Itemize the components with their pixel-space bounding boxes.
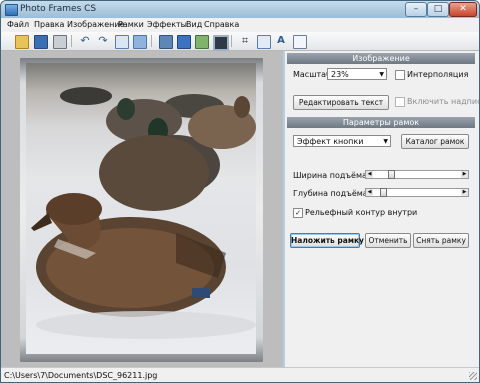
image-section-header: Изображение: [287, 53, 475, 64]
width-label: Ширина подъёма: [293, 171, 367, 180]
chevron-down-icon: ▼: [379, 71, 384, 78]
menu-frames[interactable]: Рамки: [118, 20, 144, 29]
scale-combo[interactable]: 23% ▼: [327, 68, 387, 80]
menu-image[interactable]: Изображение: [67, 20, 125, 29]
interpolation-checkbox[interactable]: [395, 70, 405, 80]
paste-icon[interactable]: [133, 35, 147, 49]
toolbar: ↶ ↷ ⌗ A: [1, 32, 479, 51]
document-icon[interactable]: [293, 35, 307, 49]
chevron-right-icon[interactable]: ▶: [461, 171, 468, 178]
chevron-down-icon: ▼: [383, 138, 388, 145]
duck-illustration: [31, 87, 256, 339]
cancel-button[interactable]: Отменить: [365, 233, 411, 248]
window-title: Photo Frames CS: [20, 4, 97, 14]
image-canvas[interactable]: [1, 51, 283, 367]
maximize-button[interactable]: □: [427, 2, 449, 17]
interpolation-label: Интерполяция: [407, 70, 469, 79]
apply-frame-button[interactable]: Наложить рамку: [290, 233, 364, 248]
text-icon[interactable]: A: [275, 35, 287, 47]
edit-icon[interactable]: [257, 35, 271, 49]
duck-photo: [26, 63, 256, 354]
save-icon[interactable]: [34, 35, 48, 49]
app-icon: [5, 4, 18, 16]
width-slider[interactable]: ◀ ▶: [365, 170, 469, 179]
remove-frame-button[interactable]: Снять рамку: [413, 233, 469, 248]
page-icon[interactable]: [159, 35, 173, 49]
effect-value: Эффект кнопки: [297, 137, 364, 146]
frame-icon[interactable]: [213, 35, 229, 51]
depth-slider[interactable]: ◀ ▶: [365, 188, 469, 197]
enable-caption-checkbox[interactable]: [395, 97, 405, 107]
resize-grip-icon[interactable]: [469, 372, 477, 380]
edit-text-button[interactable]: Редактировать текст: [293, 95, 389, 110]
file-path: C:\Users\7\Documents\DSC_96211.jpg: [4, 371, 158, 380]
frame-catalog-button[interactable]: Каталог рамок: [401, 134, 469, 149]
toolbar-separator: [151, 35, 152, 47]
toolbar-separator: [71, 35, 72, 47]
redo-icon[interactable]: ↷: [97, 35, 109, 47]
open-folder-icon[interactable]: [15, 35, 29, 49]
settings-panel: Изображение Масштаб: 23% ▼ Интерполяция …: [285, 51, 479, 367]
app-window: Photo Frames CS – □ ✕ Файл Правка Изобра…: [0, 0, 480, 383]
close-button[interactable]: ✕: [449, 2, 477, 17]
menu-view[interactable]: Вид: [186, 20, 202, 29]
crop-icon[interactable]: ⌗: [239, 35, 251, 47]
undo-icon[interactable]: ↶: [79, 35, 91, 47]
effect-combo[interactable]: Эффект кнопки ▼: [293, 135, 391, 147]
inner-relief-checkbox[interactable]: ✓: [293, 208, 303, 218]
menu-file[interactable]: Файл: [7, 20, 29, 29]
title-bar[interactable]: Photo Frames CS – □ ✕: [1, 1, 479, 18]
width-slider-thumb[interactable]: [388, 170, 395, 179]
inner-relief-label: Рельефный контур внутри: [305, 208, 418, 217]
depth-slider-thumb[interactable]: [380, 188, 387, 197]
minimize-button[interactable]: –: [405, 2, 427, 17]
chevron-left-icon[interactable]: ◀: [366, 171, 373, 178]
image-icon[interactable]: [195, 35, 209, 49]
menu-bar: Файл Правка Изображение Рамки Эффекты Ви…: [1, 18, 479, 32]
status-bar: C:\Users\7\Documents\DSC_96211.jpg: [1, 367, 479, 382]
chevron-left-icon[interactable]: ◀: [366, 189, 373, 196]
menu-edit[interactable]: Правка: [34, 20, 64, 29]
toolbar-separator: [231, 35, 232, 47]
fill-rect-icon[interactable]: [177, 35, 191, 49]
copy-icon[interactable]: [115, 35, 129, 49]
scale-value: 23%: [331, 70, 349, 79]
frames-section-header: Параметры рамок: [287, 117, 475, 128]
chevron-right-icon[interactable]: ▶: [461, 189, 468, 196]
enable-caption-label: Включить надпись: [407, 97, 480, 106]
print-icon[interactable]: [53, 35, 67, 49]
menu-effects[interactable]: Эффекты: [147, 20, 187, 29]
depth-label: Глубина подъёма: [293, 189, 368, 198]
menu-help[interactable]: Справка: [204, 20, 239, 29]
